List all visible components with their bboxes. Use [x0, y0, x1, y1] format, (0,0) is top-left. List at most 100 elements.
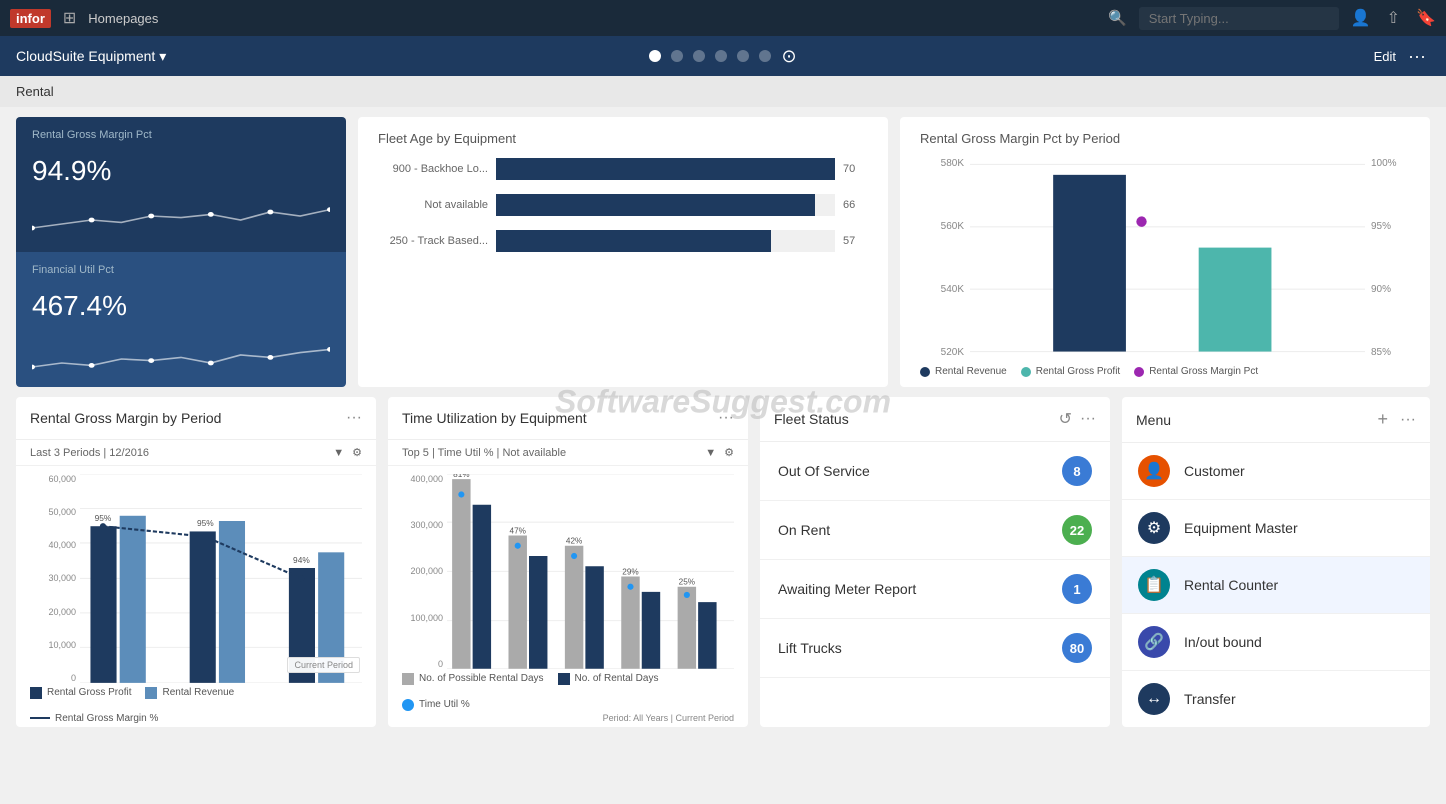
rgm-filter-label: Last 3 Periods | 12/2016: [30, 447, 149, 459]
user-icon[interactable]: 👤: [1351, 8, 1371, 28]
suite-label[interactable]: CloudSuite Equipment ▾: [16, 48, 166, 65]
fleet-age-card: Fleet Age by Equipment 900 - Backhoe Lo.…: [358, 117, 888, 387]
menu-label-transfer: Transfer: [1184, 691, 1236, 707]
menu-body: 👤 Customer ⚙ Equipment Master 📋 Rental C…: [1122, 443, 1430, 727]
rgm-legend: Rental Revenue Rental Gross Profit Renta…: [920, 366, 1410, 377]
rgm-bars-svg: 95% 95% 94% 10/2016 11/2016 12/2016: [80, 474, 362, 683]
share-icon[interactable]: ⇧: [1387, 8, 1400, 28]
y-axis-right: 100% 95% 90% 85%: [1365, 158, 1410, 358]
bar-row-3: 250 - Track Based... 57: [378, 230, 868, 252]
rgm-more-button[interactable]: ···: [346, 409, 362, 427]
page-bar: CloudSuite Equipment ▾ ⊙ Edit ···: [0, 36, 1446, 76]
legend-rr: Rental Revenue: [145, 687, 234, 699]
menu-item-equipment-master[interactable]: ⚙ Equipment Master: [1122, 500, 1430, 557]
bar-fill-1: [496, 158, 835, 180]
page-dot-1[interactable]: [649, 50, 661, 62]
fs-refresh-button[interactable]: ↺: [1059, 409, 1072, 429]
customer-icon: 👤: [1138, 455, 1170, 487]
tu-more-button[interactable]: ···: [718, 409, 734, 427]
tu-chart-body: 400,000 300,000 200,000 100,000 0: [388, 466, 748, 727]
menu-label-inout-bound: In/out bound: [1184, 634, 1262, 650]
page-dot-5[interactable]: [737, 50, 749, 62]
fs-badge-4: 80: [1062, 633, 1092, 663]
bar-value-1: 70: [843, 163, 868, 175]
fs-widget-title: Fleet Status: [774, 411, 1051, 427]
bar-container-2: [496, 194, 835, 216]
menu-more-button[interactable]: ···: [1400, 411, 1416, 429]
legend-possible-days: No. of Possible Rental Days: [402, 673, 544, 685]
legend-time-util: Time Util %: [402, 699, 470, 711]
menu-item-customer[interactable]: 👤 Customer: [1122, 443, 1430, 500]
grid-icon[interactable]: ⊞: [63, 8, 76, 28]
bar-value-2: 66: [843, 199, 868, 211]
rgm-chart-area: 2018: [970, 158, 1365, 358]
fs-more-button[interactable]: ···: [1080, 410, 1096, 428]
svg-text:25%: 25%: [679, 578, 695, 587]
bar-fill-2: [496, 194, 815, 216]
rental-counter-icon: 📋: [1138, 569, 1170, 601]
kpi-bottom-value: 467.4%: [32, 290, 330, 322]
rgm-widget-header: Rental Gross Margin by Period ···: [16, 397, 376, 440]
kpi-bottom: Financial Util Pct 467.4%: [16, 252, 346, 387]
fleet-age-title: Fleet Age by Equipment: [378, 131, 868, 146]
page-dot-2[interactable]: [671, 50, 683, 62]
legend-rgm-line: Rental Gross Margin %: [30, 713, 158, 724]
bookmark-icon[interactable]: 🔖: [1416, 8, 1436, 28]
bar-label-2: Not available: [378, 199, 488, 211]
fs-badge-2: 22: [1062, 515, 1092, 545]
infor-logo: infor: [10, 9, 51, 28]
tu-bars-svg: 81% 47% 42%: [447, 474, 734, 669]
bar-fill-3: [496, 230, 771, 252]
menu-widget: Menu + ··· 👤 Customer ⚙ Equipment Master…: [1122, 397, 1430, 727]
menu-item-inout-bound[interactable]: 🔗 In/out bound: [1122, 614, 1430, 671]
svg-text:42%: 42%: [566, 537, 582, 546]
homepages-label[interactable]: Homepages: [88, 11, 158, 26]
legend-rental-gross-margin-pct: Rental Gross Margin Pct: [1134, 366, 1258, 377]
fs-row-lift-trucks: Lift Trucks 80: [760, 619, 1110, 678]
tu-chart-inner: 400,000 300,000 200,000 100,000 0: [402, 474, 734, 669]
menu-item-transfer[interactable]: ↔ Transfer: [1122, 671, 1430, 727]
page-more-button[interactable]: ···: [1408, 46, 1426, 67]
kpi-card: Rental Gross Margin Pct 94.9% Financial …: [16, 117, 346, 387]
tu-widget-header: Time Utilization by Equipment ···: [388, 397, 748, 440]
page-dot-4[interactable]: [715, 50, 727, 62]
svg-text:94%: 94%: [293, 555, 310, 565]
page-next-arrow[interactable]: ⊙: [781, 46, 796, 67]
kpi-top: Rental Gross Margin Pct 94.9%: [16, 117, 346, 252]
kpi-top-sparkline: [32, 200, 330, 240]
equipment-master-icon: ⚙: [1138, 512, 1170, 544]
bar-value-3: 57: [843, 235, 868, 247]
settings-icon[interactable]: ⚙: [352, 446, 362, 459]
fs-badge-3: 1: [1062, 574, 1092, 604]
filter-icon[interactable]: ▼: [333, 447, 344, 459]
kpi-bottom-sparkline: [32, 335, 330, 375]
page-dot-3[interactable]: [693, 50, 705, 62]
search-input[interactable]: [1139, 7, 1339, 30]
fs-label-3: Awaiting Meter Report: [778, 581, 1054, 597]
rgm-chart-body: 60,000 50,000 40,000 30,000 20,000 10,00…: [16, 466, 376, 727]
tu-filter-icon[interactable]: ▼: [705, 447, 716, 459]
rgm-chart-svg: 2018: [970, 158, 1365, 358]
svg-text:95%: 95%: [95, 513, 112, 523]
fs-label-1: Out Of Service: [778, 463, 1054, 479]
legend-rental-revenue: Rental Revenue: [920, 366, 1007, 377]
rental-gross-margin-widget: Rental Gross Margin by Period ··· Last 3…: [16, 397, 376, 727]
rental-section-label: Rental: [0, 76, 1446, 107]
menu-add-button[interactable]: +: [1378, 409, 1389, 430]
legend-rental-gross-profit: Rental Gross Profit: [1021, 366, 1120, 377]
fleet-status-widget: Fleet Status ↺ ··· Out Of Service 8 On R…: [760, 397, 1110, 727]
edit-button[interactable]: Edit: [1374, 49, 1396, 64]
inout-bound-icon: 🔗: [1138, 626, 1170, 658]
rgm-bars: 95% 95% 94% 10/2016 11/2016 12/2016 Curr…: [80, 474, 362, 683]
rgm-chart-container: 580K 560K 540K 520K: [920, 158, 1410, 358]
page-dot-6[interactable]: [759, 50, 771, 62]
tu-settings-icon[interactable]: ⚙: [724, 446, 734, 459]
y-axis-left: 580K 560K 540K 520K: [920, 158, 970, 358]
bar-container-1: [496, 158, 835, 180]
rental-gross-margin-period-title: Rental Gross Margin Pct by Period: [920, 131, 1410, 146]
menu-item-rental-counter[interactable]: 📋 Rental Counter: [1122, 557, 1430, 614]
tu-legend: No. of Possible Rental Days No. of Renta…: [402, 673, 734, 711]
svg-text:95%: 95%: [197, 518, 214, 528]
tu-filter-label: Top 5 | Time Util % | Not available: [402, 447, 566, 459]
rgm-filter-row: Last 3 Periods | 12/2016 ▼ ⚙: [16, 440, 376, 466]
